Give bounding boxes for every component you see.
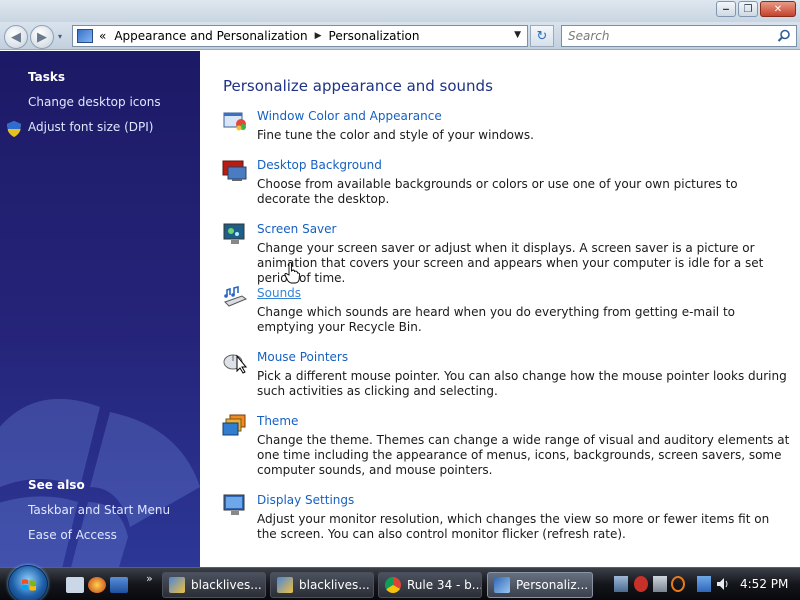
switch-windows-icon[interactable] bbox=[110, 577, 128, 593]
taskbar: » blacklives... blacklives... Rule 34 - … bbox=[0, 565, 800, 600]
refresh-icon: ↻ bbox=[536, 28, 548, 44]
taskbar-start-menu-link[interactable]: Taskbar and Start Menu bbox=[28, 503, 170, 517]
navigation-bar: ◀ ▶ ▾ « Appearance and Personalization ▶… bbox=[0, 22, 800, 50]
search-icon[interactable] bbox=[777, 29, 791, 43]
theme-link[interactable]: Theme bbox=[257, 414, 298, 428]
main-content: Personalize appearance and sounds Window… bbox=[200, 51, 800, 567]
app-window-icon bbox=[277, 577, 293, 593]
window-color-description: Fine tune the color and style of your wi… bbox=[257, 128, 534, 142]
desktop-background-icon bbox=[222, 160, 247, 181]
control-panel-icon bbox=[494, 577, 510, 593]
taskbar-button-label: blacklives... bbox=[191, 578, 262, 592]
change-desktop-icons-link[interactable]: Change desktop icons bbox=[28, 95, 161, 109]
back-button[interactable]: ◀ bbox=[4, 25, 28, 49]
forward-button[interactable]: ▶ bbox=[30, 25, 54, 49]
screen-saver-icon bbox=[223, 223, 245, 244]
hand-cursor-icon bbox=[284, 262, 300, 284]
maximize-button[interactable]: ❐ bbox=[738, 1, 758, 17]
mouse-pointer-icon bbox=[223, 354, 248, 374]
control-panel-icon bbox=[77, 29, 93, 43]
forward-arrow-icon: ▶ bbox=[37, 29, 47, 45]
display-settings-icon bbox=[223, 494, 245, 515]
window-color-link[interactable]: Window Color and Appearance bbox=[257, 109, 442, 123]
back-arrow-icon: ◀ bbox=[11, 29, 21, 45]
theme-icon bbox=[222, 414, 246, 436]
adjust-font-size-link[interactable]: Adjust font size (DPI) bbox=[28, 120, 153, 134]
tray-app-icon[interactable] bbox=[653, 576, 667, 592]
minimize-button[interactable]: ‒ bbox=[716, 1, 736, 17]
refresh-button[interactable]: ↻ bbox=[530, 25, 554, 47]
address-dropdown-icon[interactable]: ▼ bbox=[514, 30, 521, 40]
tasks-heading: Tasks bbox=[28, 70, 66, 84]
search-tray-icon[interactable] bbox=[671, 576, 685, 592]
taskbar-button-1[interactable]: blacklives... bbox=[162, 572, 266, 598]
quicklaunch-more-icon[interactable]: » bbox=[146, 572, 153, 585]
search-placeholder: Search bbox=[568, 29, 610, 43]
desktop-background-description: Choose from available backgrounds or col… bbox=[257, 177, 738, 206]
taskbar-button-label: Personaliz... bbox=[516, 578, 589, 592]
sounds-icon bbox=[224, 286, 248, 307]
browser-quicklaunch-icon[interactable] bbox=[88, 577, 106, 593]
window-controls: ‒ ❐ ✕ bbox=[716, 1, 796, 17]
breadcrumb-personalization[interactable]: Personalization bbox=[329, 29, 420, 43]
ease-of-access-link[interactable]: Ease of Access bbox=[28, 528, 117, 542]
chrome-icon bbox=[385, 577, 401, 593]
taskbar-button-3[interactable]: Rule 34 - b... bbox=[378, 572, 482, 598]
screen-saver-link[interactable]: Screen Saver bbox=[257, 222, 336, 236]
display-settings-description: Adjust your monitor resolution, which ch… bbox=[257, 512, 770, 541]
breadcrumb-separator-icon[interactable]: ▶ bbox=[315, 31, 322, 41]
recent-pages-dropdown[interactable]: ▾ bbox=[58, 32, 62, 41]
close-button[interactable]: ✕ bbox=[760, 1, 796, 17]
taskbar-button-4[interactable]: Personaliz... bbox=[487, 572, 593, 598]
uac-shield-icon bbox=[7, 121, 21, 137]
tasks-pane: Tasks Change desktop icons Adjust font s… bbox=[0, 51, 200, 567]
show-desktop-icon[interactable] bbox=[66, 577, 84, 593]
title-bar: ‒ ❐ ✕ bbox=[0, 0, 800, 22]
network-tray-icon[interactable] bbox=[614, 576, 628, 592]
taskbar-button-2[interactable]: blacklives... bbox=[270, 572, 374, 598]
app-window-icon bbox=[169, 577, 185, 593]
sounds-link[interactable]: Sounds bbox=[257, 286, 301, 300]
taskbar-button-label: Rule 34 - b... bbox=[407, 578, 482, 592]
security-alert-tray-icon[interactable] bbox=[634, 576, 648, 592]
address-bar[interactable]: « Appearance and Personalization ▶ Perso… bbox=[72, 25, 528, 47]
see-also-heading: See also bbox=[28, 478, 85, 492]
windows-logo-icon bbox=[22, 579, 36, 591]
mouse-pointers-link[interactable]: Mouse Pointers bbox=[257, 350, 348, 364]
display-settings-link[interactable]: Display Settings bbox=[257, 493, 354, 507]
theme-description: Change the theme. Themes can change a wi… bbox=[257, 433, 790, 477]
search-input[interactable]: Search bbox=[561, 25, 797, 47]
taskbar-button-label: blacklives... bbox=[299, 578, 370, 592]
desktop-background-link[interactable]: Desktop Background bbox=[257, 158, 382, 172]
sounds-description: Change which sounds are heard when you d… bbox=[257, 305, 735, 334]
page-title: Personalize appearance and sounds bbox=[223, 77, 493, 95]
mouse-pointers-description: Pick a different mouse pointer. You can … bbox=[257, 369, 787, 398]
clock[interactable]: 4:52 PM bbox=[740, 577, 788, 591]
display-tray-icon[interactable] bbox=[697, 576, 711, 592]
screen-saver-description: Change your screen saver or adjust when … bbox=[257, 241, 764, 285]
volume-icon[interactable] bbox=[716, 576, 730, 592]
start-button[interactable] bbox=[8, 565, 48, 600]
window-color-icon bbox=[223, 112, 246, 131]
breadcrumb-overflow[interactable]: « bbox=[99, 29, 106, 43]
breadcrumb-appearance[interactable]: Appearance and Personalization bbox=[114, 29, 307, 43]
